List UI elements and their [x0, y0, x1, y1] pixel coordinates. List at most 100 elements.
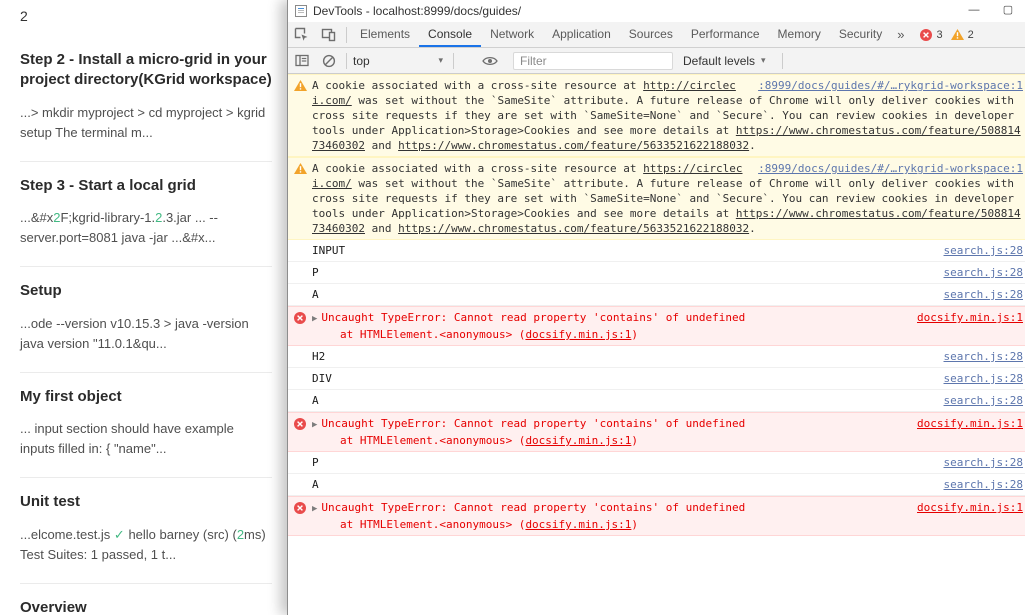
error-text: Uncaught TypeError: Cannot read property…: [321, 311, 746, 324]
search-result[interactable]: Step 3 - Start a local grid ...&#x2F;kgri…: [20, 162, 272, 268]
search-result[interactable]: Overview...Java](https:&...: [20, 584, 272, 615]
source-location-link[interactable]: search.js:28: [944, 349, 1023, 364]
search-query-text: 2: [20, 8, 28, 24]
error-count-badge[interactable]: 3: [920, 28, 943, 41]
message-text: .: [749, 139, 756, 152]
window-title: DevTools - localhost:8999/docs/guides/: [313, 4, 522, 18]
console-error-message: docsify.min.js:1 ▶ Uncaught TypeError: Can…: [288, 412, 1025, 452]
divider: [781, 52, 783, 69]
device-toolbar-icon[interactable]: [315, 22, 342, 47]
stack-text: at HTMLElement.<anonymous> (: [340, 328, 526, 341]
inspect-icon[interactable]: [288, 22, 315, 47]
source-location-link[interactable]: search.js:28: [944, 455, 1023, 470]
console-log-message: search.js:28 DIV: [288, 368, 1025, 390]
tab-performance[interactable]: Performance: [682, 22, 769, 47]
tab-sources[interactable]: Sources: [620, 22, 682, 47]
console-messages-area: :8999/docs/guides/#/…rykgrid-workspace:1…: [288, 74, 1025, 615]
result-snippet: ...&#x2F;kgrid-library-1.2.3.jar ... --s…: [20, 208, 272, 248]
snippet-text: ...&#x: [20, 210, 54, 226]
log-text: A: [312, 478, 319, 491]
maximize-button[interactable]: ▢: [991, 0, 1025, 22]
console-log-message: search.js:28 INPUT: [288, 240, 1025, 262]
result-heading: Overview: [20, 598, 87, 615]
console-log-message: search.js:28 A: [288, 284, 1025, 306]
warning-icon: [294, 80, 307, 95]
stack-frame: at HTMLElement.<anonymous> (docsify.min.…: [312, 433, 1023, 448]
warning-icon: [950, 29, 964, 40]
tab-memory[interactable]: Memory: [769, 22, 830, 47]
stack-text: at HTMLElement.<anonymous> (: [340, 518, 526, 531]
warning-count-badge[interactable]: 2: [950, 29, 974, 41]
warning-icon: [294, 163, 307, 178]
source-location-link[interactable]: search.js:28: [944, 243, 1023, 258]
source-location-link[interactable]: docsify.min.js:1: [525, 328, 631, 341]
search-result[interactable]: Step 2 - Install a micro-grid in your pr…: [20, 36, 272, 162]
source-location-link[interactable]: search.js:28: [944, 393, 1023, 408]
devtools-tabbar: Elements Console Network Application Sources…: [288, 22, 1025, 48]
tab-elements[interactable]: Elements: [351, 22, 419, 47]
url-link[interactable]: https://www.chromestatus.com/feature/563…: [398, 139, 749, 152]
search-result[interactable]: Setup ...ode --version v10.15.3 > java -v…: [20, 267, 272, 373]
expand-arrow-icon[interactable]: ▶: [312, 420, 317, 430]
search-result[interactable]: Unit test ...elcome.test.js ✓ hello barne…: [20, 478, 272, 584]
source-location-link[interactable]: search.js:28: [944, 265, 1023, 280]
error-icon: [920, 28, 933, 41]
source-location-link[interactable]: docsify.min.js:1: [917, 310, 1023, 325]
log-text: DIV: [312, 372, 332, 385]
source-location-link[interactable]: :8999/docs/guides/#/…rykgrid-workspace:1: [758, 161, 1023, 176]
source-location-link[interactable]: :8999/docs/guides/#/…rykgrid-workspace:1: [758, 78, 1023, 93]
console-log-message: search.js:28 A: [288, 474, 1025, 496]
log-levels-selector[interactable]: Default levels ▾: [683, 54, 772, 68]
search-result[interactable]: My first object ... input section should …: [20, 373, 272, 479]
result-heading: Unit test: [20, 493, 80, 511]
error-icon: [294, 502, 306, 518]
devtools-titlebar: DevTools - localhost:8999/docs/guides/ —…: [288, 0, 1025, 22]
console-toolbar: top ▾ Default levels ▾: [288, 48, 1025, 74]
divider: [346, 52, 347, 69]
divider: [453, 52, 454, 69]
filter-input[interactable]: [513, 51, 673, 70]
source-location-link[interactable]: search.js:28: [944, 477, 1023, 492]
eye-icon[interactable]: [476, 55, 503, 67]
tab-console[interactable]: Console: [419, 22, 482, 47]
devtools-window-icon: [295, 5, 307, 17]
chevron-down-icon: ▾: [438, 55, 443, 65]
message-text: .: [749, 222, 756, 235]
log-text: A: [312, 288, 319, 301]
context-selector[interactable]: top ▾: [353, 54, 449, 68]
source-location-link[interactable]: search.js:28: [944, 371, 1023, 386]
expand-arrow-icon[interactable]: ▶: [312, 504, 317, 514]
clear-console-icon[interactable]: [315, 54, 342, 68]
url-link[interactable]: https://www.chromestatus.com/feature/563…: [398, 222, 749, 235]
message-text: and: [364, 139, 399, 152]
source-location-link[interactable]: docsify.min.js:1: [917, 416, 1023, 431]
tab-security[interactable]: Security: [830, 22, 891, 47]
console-error-message: docsify.min.js:1 ▶ Uncaught TypeError: Can…: [288, 306, 1025, 346]
search-results-list: Step 2 - Install a micro-grid in your pr…: [20, 36, 272, 615]
console-prompt[interactable]: >: [288, 536, 1025, 544]
error-text: Uncaught TypeError: Cannot read property…: [321, 501, 746, 514]
result-snippet: ...> mkdir myproject > cd myproject > kg…: [20, 103, 272, 143]
source-location-link[interactable]: docsify.min.js:1: [917, 500, 1023, 515]
minimize-button[interactable]: —: [957, 0, 991, 22]
source-location-link[interactable]: docsify.min.js:1: [525, 518, 631, 531]
more-tabs-chevron[interactable]: »: [891, 22, 910, 47]
chevron-down-icon: ▾: [761, 55, 766, 65]
console-error-message: docsify.min.js:1 ▶ Uncaught TypeError: Can…: [288, 496, 1025, 536]
log-text: A: [312, 394, 319, 407]
source-location-link[interactable]: search.js:28: [944, 287, 1023, 302]
tab-network[interactable]: Network: [481, 22, 543, 47]
error-line: docsify.min.js:1 ▶ Uncaught TypeError: Can…: [312, 416, 1023, 433]
snippet-text: F;kgrid-library-1.: [60, 210, 156, 226]
log-text: INPUT: [312, 244, 346, 257]
snippet-text: hello barney (src) (: [124, 526, 237, 542]
result-snippet: ...elcome.test.js ✓ hello barney (src) (…: [20, 525, 272, 565]
search-highlight: ✓: [113, 526, 125, 542]
error-line: docsify.min.js:1 ▶ Uncaught TypeError: Can…: [312, 310, 1023, 327]
tabs-container: Elements Console Network Application Sources…: [351, 22, 891, 47]
tab-application[interactable]: Application: [543, 22, 620, 47]
result-heading: Step 2 - Install a micro-grid in your pr…: [20, 51, 272, 89]
expand-arrow-icon[interactable]: ▶: [312, 314, 317, 324]
console-sidebar-icon[interactable]: [288, 54, 315, 67]
source-location-link[interactable]: docsify.min.js:1: [525, 434, 631, 447]
